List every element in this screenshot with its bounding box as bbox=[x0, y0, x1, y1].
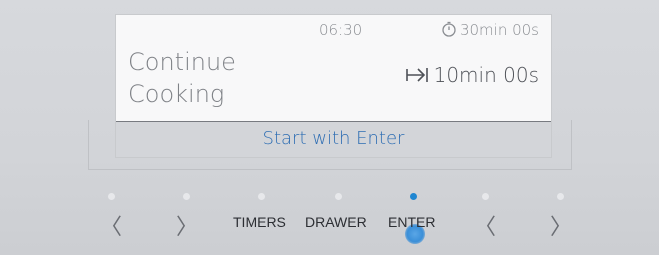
indicator-dot bbox=[557, 193, 564, 200]
display-screen: 06:30 30min 00s Continue Cooking 10min 0… bbox=[116, 15, 551, 157]
stopwatch-icon bbox=[441, 21, 457, 41]
indicator-dot bbox=[482, 193, 489, 200]
indicator-dot bbox=[258, 193, 265, 200]
timer-readout: 30min 00s bbox=[441, 21, 539, 41]
duration-value: 10min 00s bbox=[433, 63, 539, 87]
indicator-dot bbox=[335, 193, 342, 200]
action-prompt: Start with Enter bbox=[116, 121, 551, 157]
status-line: 06:30 30min 00s bbox=[116, 21, 551, 45]
left-arrow-button[interactable]: 〈 bbox=[100, 209, 122, 241]
left-arrow-button-2[interactable]: 〈 bbox=[474, 209, 496, 241]
indicator-dot bbox=[183, 193, 190, 200]
right-arrow-button[interactable]: 〉 bbox=[176, 209, 198, 241]
skip-to-end-icon bbox=[405, 65, 430, 89]
drawer-button[interactable]: DRAWER bbox=[305, 214, 367, 230]
program-title: Continue Cooking bbox=[128, 46, 236, 110]
timers-button[interactable]: TIMERS bbox=[233, 214, 286, 230]
program-title-line1: Continue bbox=[128, 48, 236, 76]
duration-readout: 10min 00s bbox=[405, 63, 539, 89]
right-arrow-button-2[interactable]: 〉 bbox=[550, 209, 572, 241]
program-title-line2: Cooking bbox=[128, 80, 225, 108]
timer-remaining: 30min 00s bbox=[459, 21, 539, 39]
clock-time: 06:30 bbox=[319, 21, 363, 39]
enter-button[interactable]: ENTER bbox=[388, 214, 435, 230]
indicator-dot-active bbox=[410, 193, 417, 200]
indicator-dot bbox=[108, 193, 115, 200]
